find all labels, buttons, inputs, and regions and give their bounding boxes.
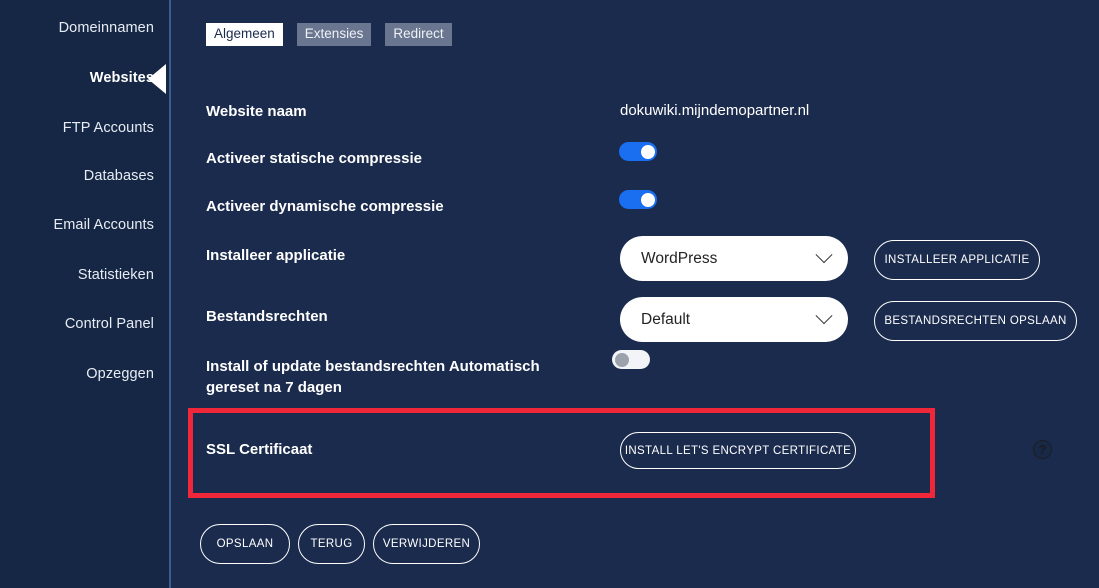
terug-button[interactable]: TERUG — [298, 524, 365, 564]
sidebar-item-statistieken[interactable]: Statistieken — [78, 267, 154, 283]
install-application-select-value: WordPress — [641, 249, 718, 267]
sidebar-item-domeinnamen[interactable]: Domeinnamen — [59, 20, 154, 36]
main-content: Algemeen Extensies Redirect Website naam… — [170, 0, 1099, 588]
tab-redirect[interactable]: Redirect — [385, 23, 452, 46]
file-permissions-save-button[interactable]: BESTANDSRECHTEN OPSLAAN — [874, 301, 1077, 341]
tab-extensies[interactable]: Extensies — [296, 23, 372, 46]
toggle-knob — [640, 144, 655, 159]
static-compression-toggle[interactable] — [619, 142, 657, 161]
tab-algemeen[interactable]: Algemeen — [206, 23, 283, 46]
tab-bar: Algemeen Extensies Redirect — [206, 23, 452, 46]
auto-reset-permissions-label: Install of update bestandsrechten Automa… — [206, 358, 540, 396]
sidebar-item-control-panel[interactable]: Control Panel — [65, 316, 154, 332]
ssl-certificate-label: SSL Certificaat — [206, 441, 313, 458]
toggle-knob — [614, 352, 629, 367]
opslaan-button[interactable]: OPSLAAN — [200, 524, 290, 564]
file-permissions-select[interactable]: Default — [620, 297, 848, 342]
auto-reset-permissions-toggle[interactable] — [612, 350, 650, 369]
sidebar: Domeinnamen Websites FTP Accounts Databa… — [0, 0, 170, 588]
dynamic-compression-toggle[interactable] — [619, 190, 657, 209]
install-lets-encrypt-certificate-button[interactable]: INSTALL LET'S ENCRYPT CERTIFICATE — [620, 432, 856, 469]
file-permissions-label: Bestandsrechten — [206, 308, 328, 325]
install-application-select[interactable]: WordPress — [620, 236, 848, 281]
sidebar-item-databases[interactable]: Databases — [84, 168, 154, 184]
dynamic-compression-label: Activeer dynamische compressie — [206, 198, 444, 215]
sidebar-item-opzeggen[interactable]: Opzeggen — [86, 366, 154, 382]
website-name-value: dokuwiki.mijndemopartner.nl — [620, 102, 810, 119]
verwijderen-button[interactable]: VERWIJDEREN — [373, 524, 480, 564]
sidebar-item-ftp-accounts[interactable]: FTP Accounts — [63, 120, 154, 136]
install-application-button[interactable]: INSTALLEER APPLICATIE — [874, 240, 1040, 280]
chevron-down-icon — [815, 245, 833, 263]
chevron-down-icon — [815, 306, 833, 324]
sidebar-item-email-accounts[interactable]: Email Accounts — [53, 217, 154, 233]
sidebar-item-websites[interactable]: Websites — [90, 70, 154, 86]
file-permissions-select-value: Default — [641, 310, 691, 328]
install-application-label: Installeer applicatie — [206, 247, 346, 264]
toggle-knob — [640, 192, 655, 207]
help-icon[interactable]: ? — [1033, 440, 1052, 459]
static-compression-label: Activeer statische compressie — [206, 150, 422, 167]
website-name-label: Website naam — [206, 103, 307, 120]
active-item-arrow-icon — [148, 64, 166, 94]
